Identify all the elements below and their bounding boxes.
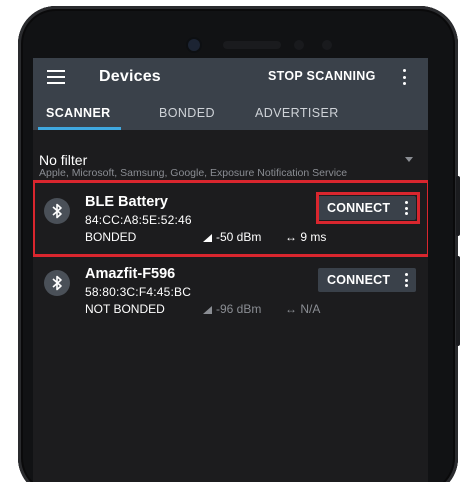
device-row[interactable]: Amazfit-F596 58:80:3C:F4:45:BC NOT BONDE…: [33, 262, 428, 328]
active-tab-indicator: [38, 127, 121, 130]
interval-arrows-icon: ↔: [285, 302, 301, 316]
bond-status: NOT BONDED: [85, 302, 165, 316]
proximity-sensor: [294, 40, 304, 50]
light-sensor: [322, 40, 332, 50]
power-button: [456, 176, 460, 236]
device-name: Amazfit-F596: [85, 266, 176, 282]
filter-bar[interactable]: No filter Apple, Microsoft, Samsung, Goo…: [33, 146, 428, 179]
filter-title: No filter: [39, 152, 88, 168]
filter-subtitle: Apple, Microsoft, Samsung, Google, Expos…: [39, 167, 348, 179]
more-vert-icon[interactable]: [401, 69, 407, 85]
hamburger-menu-icon[interactable]: [47, 70, 65, 84]
tab-bar: SCANNER BONDED ADVERTISER: [33, 96, 428, 130]
highlight-box-connect: [316, 192, 420, 224]
volume-button: [456, 256, 460, 346]
dropdown-arrow-icon[interactable]: [405, 157, 413, 162]
screenshot: Devices STOP SCANNING SCANNER BONDED ADV…: [0, 0, 474, 482]
app-screen: Devices STOP SCANNING SCANNER BONDED ADV…: [33, 58, 428, 482]
stop-scanning-button[interactable]: STOP SCANNING: [268, 69, 376, 83]
page-title: Devices: [99, 68, 161, 85]
tab-advertiser[interactable]: ADVERTISER: [255, 106, 339, 120]
connect-button[interactable]: CONNECT: [318, 268, 416, 292]
more-vert-icon[interactable]: [404, 273, 408, 287]
device-mac-address: 58:80:3C:F4:45:BC: [85, 285, 192, 299]
rssi-value: -96 dBm: [203, 302, 261, 316]
front-camera: [188, 39, 200, 51]
signal-strength-icon: [203, 306, 212, 314]
rssi-text: -96 dBm: [216, 302, 262, 316]
interval-text: N/A: [300, 302, 321, 316]
earpiece-speaker: [223, 41, 281, 49]
tab-scanner[interactable]: SCANNER: [46, 106, 111, 120]
advertising-interval: ↔ N/A: [285, 302, 320, 316]
tab-bonded[interactable]: BONDED: [159, 106, 215, 120]
bluetooth-icon: [44, 270, 70, 296]
app-bar: Devices STOP SCANNING: [33, 58, 428, 96]
connect-label: CONNECT: [327, 273, 391, 287]
